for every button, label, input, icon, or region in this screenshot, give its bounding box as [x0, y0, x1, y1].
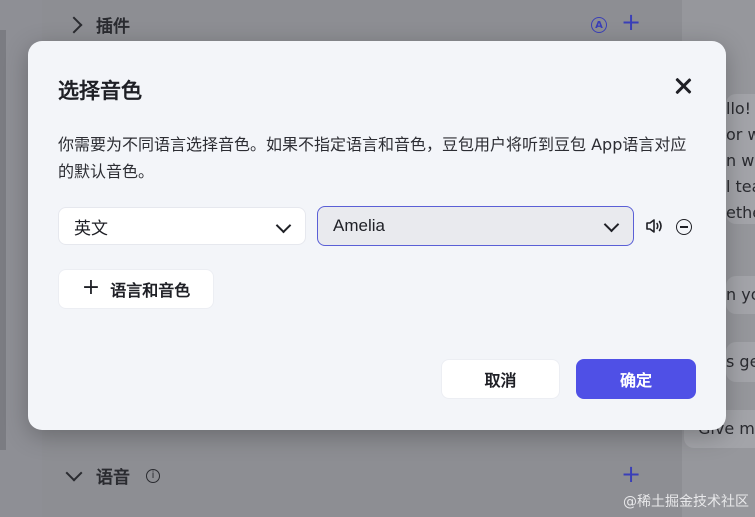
- add-language-voice-button[interactable]: + 语言和音色: [58, 269, 214, 309]
- chat-line: n wit: [726, 151, 755, 170]
- voice-section-header[interactable]: 语音 i: [65, 463, 160, 488]
- chat-line: n you: [726, 285, 755, 304]
- language-select[interactable]: 英文: [58, 207, 306, 245]
- language-select-value: 英文: [74, 218, 108, 239]
- info-icon[interactable]: i: [146, 468, 160, 483]
- auto-icon[interactable]: A: [591, 17, 607, 33]
- chat-line: s ge: [726, 352, 755, 371]
- cancel-button[interactable]: 取消: [441, 359, 560, 399]
- voice-select-dialog: 选择音色 你需要为不同语言选择音色。如果不指定语言和音色，豆包用户将听到豆包 A…: [28, 41, 726, 430]
- chat-bubble-2: n you: [726, 276, 755, 314]
- voice-label: 语音: [96, 468, 130, 488]
- plus-icon: +: [81, 275, 101, 300]
- chevron-right-icon: [65, 16, 83, 33]
- remove-icon[interactable]: [676, 219, 692, 235]
- voice-select[interactable]: Amelia: [317, 206, 634, 246]
- close-icon[interactable]: [674, 77, 692, 95]
- dialog-description: 你需要为不同语言选择音色。如果不指定语言和音色，豆包用户将听到豆包 App语言对…: [58, 135, 687, 181]
- chat-line: l tea: [726, 177, 755, 196]
- speaker-icon[interactable]: [645, 218, 665, 234]
- chevron-down-icon: [275, 217, 292, 234]
- chevron-down-icon: [65, 464, 83, 482]
- chat-bubble-1: llo! h or w n wit l tea ethe: [726, 94, 755, 224]
- chat-line: llo! h: [726, 99, 755, 118]
- watermark: @稀土掘金技术社区: [623, 494, 749, 510]
- confirm-button[interactable]: 确定: [576, 359, 696, 399]
- voice-select-value: Amelia: [333, 216, 385, 235]
- chevron-down-icon: [603, 216, 620, 233]
- add-voice-icon[interactable]: +: [621, 460, 641, 488]
- add-plugin-icon[interactable]: +: [621, 8, 641, 36]
- dialog-title: 选择音色: [58, 79, 142, 103]
- plugins-label: 插件: [96, 17, 130, 37]
- chat-line: ethe: [726, 203, 755, 222]
- chat-bubble-3: s ge: [726, 342, 755, 382]
- chat-line: or w: [726, 125, 755, 144]
- plugins-section-header[interactable]: 插件: [65, 12, 130, 37]
- add-button-label: 语言和音色: [110, 281, 191, 300]
- background-scrollbar: [0, 30, 6, 450]
